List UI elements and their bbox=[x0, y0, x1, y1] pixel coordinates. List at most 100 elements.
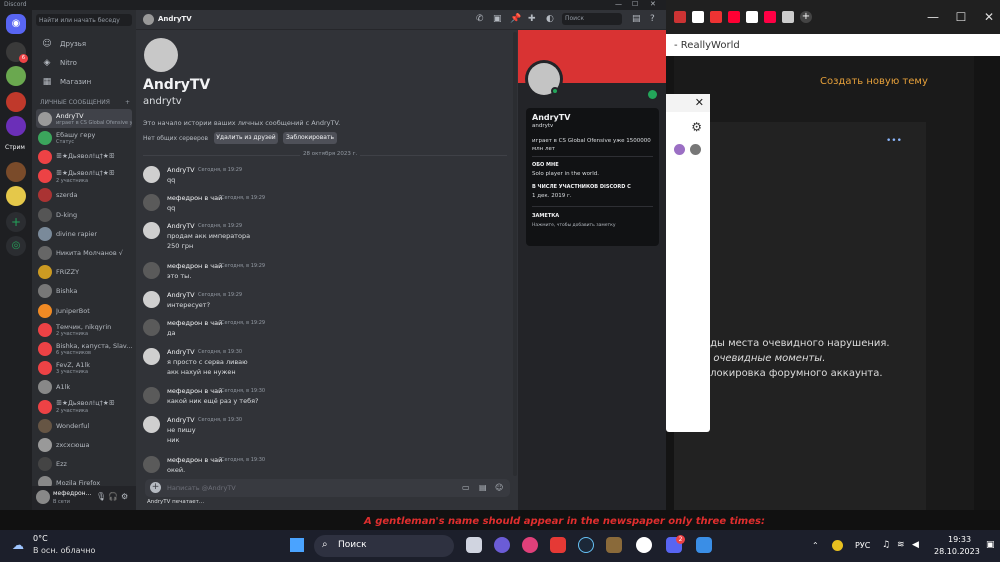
color-swatch[interactable] bbox=[690, 144, 701, 155]
message-author[interactable]: AndryTV bbox=[167, 416, 195, 424]
wifi-icon[interactable]: ≋ bbox=[897, 540, 905, 550]
weather-temp[interactable]: 0°C bbox=[33, 534, 48, 543]
dm-item[interactable]: zxcxcюша bbox=[36, 435, 132, 454]
notifications-icon[interactable]: ▣ bbox=[986, 540, 995, 550]
tab-favicon[interactable] bbox=[728, 11, 740, 23]
new-tab-icon[interactable]: + bbox=[800, 11, 812, 23]
dm-search-input[interactable]: Найти или начать беседу bbox=[36, 14, 132, 26]
dm-item[interactable]: JuniperBot bbox=[36, 301, 132, 320]
taskbar-search[interactable]: ⌕ Поиск bbox=[314, 535, 454, 557]
badge-icon[interactable] bbox=[648, 90, 657, 99]
yandex-icon[interactable] bbox=[550, 537, 566, 553]
inbox-icon[interactable]: ▤ bbox=[632, 14, 641, 24]
dm-item[interactable]: Bishka bbox=[36, 282, 132, 301]
dm-item[interactable]: Темчик, nikqyrin 2 участника bbox=[36, 320, 132, 339]
message-author[interactable]: мефедрон в чай bbox=[167, 194, 222, 202]
avatar[interactable] bbox=[143, 166, 160, 183]
message-author[interactable]: мефедрон в чай bbox=[167, 262, 222, 270]
dm-item[interactable]: Bishka, капуста, Slav... 6 участников bbox=[36, 339, 132, 358]
chat-search-input[interactable]: Поиск bbox=[562, 13, 622, 25]
minimize-icon[interactable]: — bbox=[615, 0, 622, 8]
dm-item[interactable]: szerda bbox=[36, 186, 132, 205]
remove-friend-button[interactable]: Удалить из друзей bbox=[214, 132, 278, 144]
avatar[interactable] bbox=[36, 490, 50, 504]
avatar[interactable] bbox=[143, 348, 160, 365]
avatar[interactable] bbox=[143, 319, 160, 336]
dm-item[interactable]: ꕥ★Дьявол!ц†★ꕥ bbox=[36, 147, 132, 166]
add-dm-icon[interactable]: + bbox=[125, 99, 130, 106]
microphone-icon[interactable]: 🎙 bbox=[96, 492, 106, 501]
windows-start-icon[interactable] bbox=[290, 538, 304, 552]
message-author[interactable]: AndryTV bbox=[167, 222, 195, 230]
nav-friends[interactable]: ☺ Друзья bbox=[36, 36, 132, 52]
nav-shop[interactable]: ▦ Магазин bbox=[36, 74, 132, 90]
add-server-icon[interactable]: + bbox=[6, 212, 26, 232]
gear-icon[interactable]: ⚙ bbox=[666, 112, 710, 134]
weather-icon[interactable]: ☁ bbox=[12, 538, 24, 552]
message-input[interactable]: + Написать @AndryTV ▭ ▤ ☺ bbox=[145, 479, 510, 497]
server-icon[interactable] bbox=[6, 66, 26, 86]
server-icon[interactable] bbox=[6, 186, 26, 206]
pin-icon[interactable]: 📌 bbox=[510, 14, 521, 24]
chevron-up-icon[interactable]: ⌃ bbox=[812, 541, 819, 550]
avatar[interactable] bbox=[143, 416, 160, 433]
message-author[interactable]: мефедрон в чай bbox=[167, 387, 222, 395]
dm-item[interactable]: ꕥ★Дьявол!ц†★ꕥ 2 участника bbox=[36, 167, 132, 186]
message-author[interactable]: AndryTV bbox=[167, 348, 195, 356]
block-button[interactable]: Заблокировать bbox=[283, 132, 337, 144]
settings-icon[interactable]: ⚙ bbox=[121, 492, 128, 501]
gif-icon[interactable]: ▭ bbox=[462, 483, 470, 492]
dm-item[interactable]: Никита Молчанов √ bbox=[36, 243, 132, 262]
archive-icon[interactable] bbox=[606, 537, 622, 553]
tab-favicon[interactable] bbox=[674, 11, 686, 23]
dm-item[interactable]: FRIZZY bbox=[36, 263, 132, 282]
dm-item[interactable]: AndryTV играет в CS Global Ofensive у... bbox=[36, 109, 132, 128]
video-call-icon[interactable]: ▣ bbox=[493, 14, 502, 24]
avatar[interactable] bbox=[143, 291, 160, 308]
emoji-icon[interactable]: ☺ bbox=[495, 483, 503, 492]
weather-desc[interactable]: В осн. облачно bbox=[33, 546, 95, 555]
chat-scrollbar[interactable] bbox=[513, 32, 517, 476]
color-swatch[interactable] bbox=[674, 144, 685, 155]
tab-favicon[interactable] bbox=[782, 11, 794, 23]
headset-icon[interactable]: ♫ bbox=[882, 540, 890, 550]
avatar[interactable] bbox=[143, 456, 160, 473]
chat-app-icon[interactable] bbox=[494, 537, 510, 553]
close-icon[interactable]: ✕ bbox=[650, 0, 656, 8]
maximize-icon[interactable]: ☐ bbox=[950, 10, 972, 24]
message-author[interactable]: AndryTV bbox=[167, 166, 195, 174]
clock-time[interactable]: 19:33 bbox=[948, 535, 971, 544]
create-topic-link[interactable]: Создать новую тему bbox=[820, 76, 928, 87]
tab-favicon[interactable] bbox=[764, 11, 776, 23]
steam-icon[interactable] bbox=[578, 537, 594, 553]
app-icon[interactable] bbox=[522, 537, 538, 553]
server-icon[interactable] bbox=[6, 92, 26, 112]
add-friend-icon[interactable]: ✚ bbox=[528, 14, 536, 24]
headphones-icon[interactable]: 🎧 bbox=[108, 492, 118, 501]
avatar[interactable] bbox=[143, 222, 160, 239]
server-icon[interactable] bbox=[6, 162, 26, 182]
language-indicator[interactable]: РУС bbox=[855, 541, 870, 550]
message-author[interactable]: мефедрон в чай bbox=[167, 456, 222, 464]
tab-favicon[interactable] bbox=[692, 11, 704, 23]
nav-nitro[interactable]: ◈ Nitro bbox=[36, 55, 132, 71]
explore-icon[interactable]: ◎ bbox=[6, 236, 26, 256]
post-menu-icon[interactable]: ••• bbox=[886, 136, 902, 146]
minimize-icon[interactable]: — bbox=[922, 10, 944, 24]
tab-favicon[interactable] bbox=[710, 11, 722, 23]
sticker-icon[interactable]: ▤ bbox=[479, 483, 487, 492]
dm-item[interactable]: D-king bbox=[36, 205, 132, 224]
dm-item[interactable]: ꕥ★Дьявол!ц†★ꕥ 2 участника bbox=[36, 397, 132, 416]
avatar[interactable] bbox=[143, 194, 160, 211]
task-view-icon[interactable] bbox=[466, 537, 482, 553]
volume-icon[interactable]: ◀ bbox=[912, 540, 919, 550]
call-icon[interactable]: ✆ bbox=[476, 14, 484, 24]
app-icon[interactable] bbox=[696, 537, 712, 553]
yandex-browser-icon[interactable] bbox=[636, 537, 652, 553]
note-input[interactable]: Нажмите, чтобы добавить заметку bbox=[532, 223, 616, 228]
popup-close-icon[interactable]: ✕ bbox=[666, 94, 710, 112]
dm-item[interactable]: A1lk bbox=[36, 378, 132, 397]
profile-icon[interactable]: ◐ bbox=[546, 14, 554, 24]
address-bar[interactable]: - ReallyWorld bbox=[664, 34, 1000, 56]
tab-favicon[interactable] bbox=[746, 11, 758, 23]
